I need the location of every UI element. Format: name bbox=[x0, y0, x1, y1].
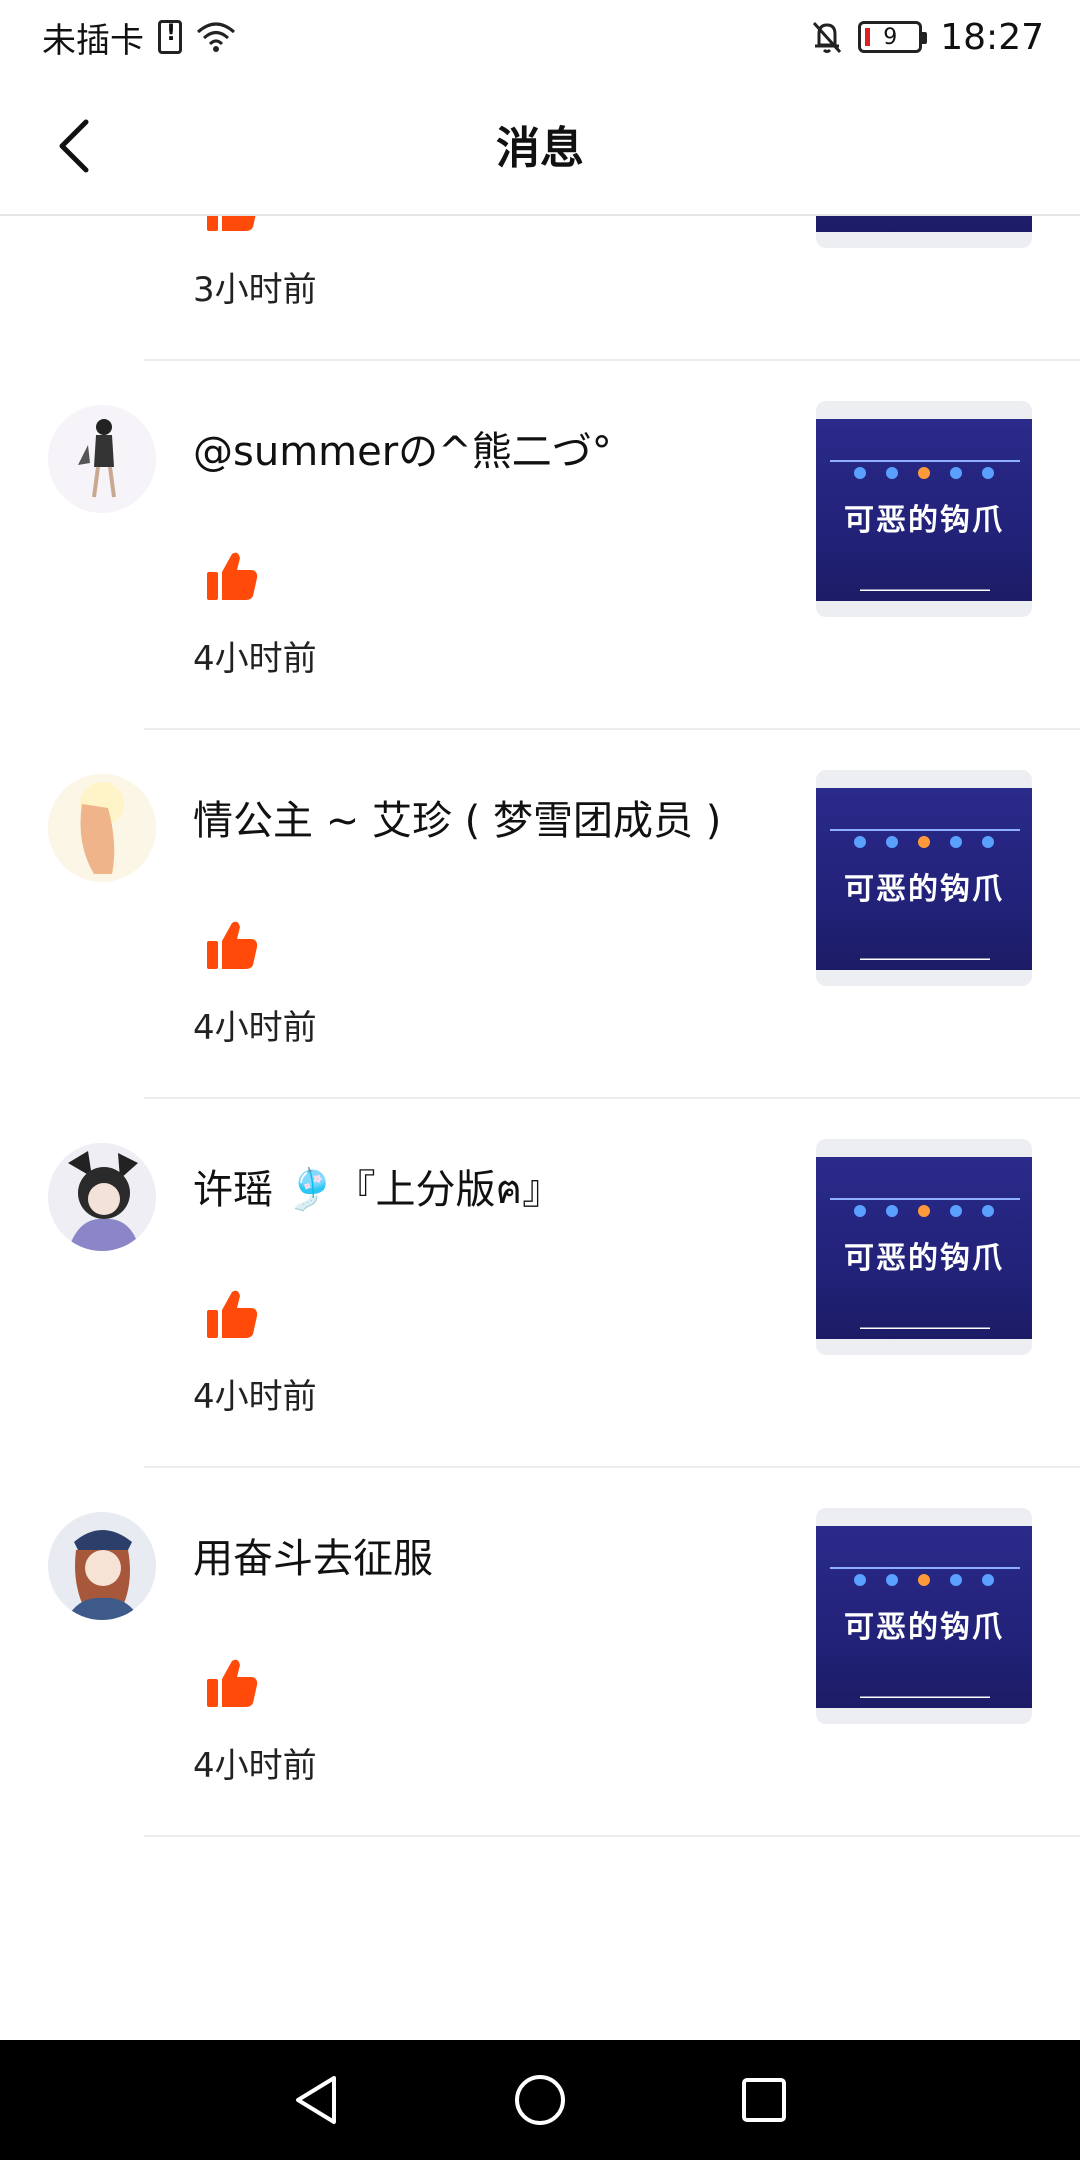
avatar-image bbox=[48, 405, 156, 513]
thumbnail-caption: 可恶的钩爪 bbox=[844, 1610, 1004, 1645]
thumbnail-caption: 可恶的钩爪 bbox=[844, 1241, 1004, 1276]
avatar-image bbox=[48, 1512, 156, 1620]
like-icon bbox=[207, 216, 256, 231]
avatar-image bbox=[48, 774, 156, 882]
triangle-back-icon bbox=[296, 2076, 336, 2124]
username[interactable]: @summerの^熊二づ° bbox=[193, 419, 612, 477]
status-right: 9 18:27 bbox=[810, 17, 1044, 58]
nav-back-button[interactable] bbox=[284, 2068, 348, 2132]
thumbnail-image: 可恶的钩爪 bbox=[816, 788, 1032, 970]
avatar[interactable] bbox=[48, 1143, 156, 1251]
thumbnail-caption: 可恶的钩爪 bbox=[844, 872, 1004, 907]
nav-home-button[interactable] bbox=[508, 2068, 572, 2132]
carrier-label: 未插卡 bbox=[42, 20, 144, 61]
page-title: 消息 bbox=[496, 123, 584, 174]
thumbnail-caption: 可恶的钩爪 bbox=[844, 503, 1004, 538]
bell-off-icon bbox=[813, 21, 842, 54]
avatar[interactable] bbox=[48, 774, 156, 882]
username[interactable]: 情公主 ~ 艾珍 ( 梦雪团成员 ) bbox=[193, 788, 721, 846]
time-ago: 4小时前 bbox=[193, 639, 317, 679]
avatar[interactable] bbox=[48, 1512, 156, 1620]
like-icon bbox=[207, 1659, 258, 1707]
username[interactable]: 用奋斗去征服 bbox=[193, 1526, 433, 1584]
battery-level: 9 bbox=[883, 24, 898, 50]
status-left: 未插卡 bbox=[42, 13, 236, 62]
video-thumbnail[interactable]: 可恶的钩爪 bbox=[816, 770, 1032, 986]
like-icon bbox=[207, 552, 258, 600]
square-recents-icon bbox=[742, 2078, 786, 2122]
like-icon bbox=[207, 921, 258, 969]
thumbnail-image: 可恶的钩爪 bbox=[816, 419, 1032, 601]
list-item[interactable]: 情公主 ~ 艾珍 ( 梦雪团成员 ) 4小时前 可恶的钩爪 bbox=[0, 730, 1080, 1099]
status-bar: 未插卡 9 18:27 bbox=[0, 0, 1080, 74]
time-ago: 3小时前 bbox=[193, 270, 317, 310]
time-ago: 4小时前 bbox=[193, 1746, 317, 1786]
time-ago: 4小时前 bbox=[193, 1008, 317, 1048]
thumbnail-image: 可恶的钩爪 bbox=[816, 1157, 1032, 1339]
video-thumbnail[interactable]: 可恶的钩爪 bbox=[816, 1139, 1032, 1355]
circle-home-icon bbox=[515, 2075, 565, 2125]
chevron-left-icon bbox=[59, 119, 89, 173]
sim-alert-icon bbox=[158, 20, 182, 54]
header: 消息 bbox=[0, 74, 1080, 216]
video-thumbnail[interactable]: 可恶的钩爪 bbox=[816, 216, 1032, 248]
time-ago: 4小时前 bbox=[193, 1377, 317, 1417]
battery-icon: 9 bbox=[858, 21, 928, 53]
thumbnail-image: 可恶的钩爪 bbox=[816, 1526, 1032, 1708]
video-thumbnail[interactable]: 可恶的钩爪 bbox=[816, 1508, 1032, 1724]
system-nav-bar bbox=[0, 2040, 1080, 2160]
list-item[interactable]: 许瑶 🎐『上分版ฅ』 4小时前 可恶的钩爪 bbox=[0, 1099, 1080, 1468]
like-icon bbox=[207, 1290, 258, 1338]
wifi-icon bbox=[197, 22, 235, 52]
avatar[interactable] bbox=[48, 405, 156, 513]
list-item[interactable]: 3小时前 可恶的钩爪 bbox=[0, 216, 1080, 361]
username[interactable]: 许瑶 🎐『上分版ฅ』 bbox=[193, 1157, 562, 1221]
thumbnail-image: 可恶的钩爪 bbox=[816, 216, 1032, 232]
divider bbox=[144, 1835, 1080, 1837]
avatar-image bbox=[48, 1143, 156, 1251]
video-thumbnail[interactable]: 可恶的钩爪 bbox=[816, 401, 1032, 617]
nav-recents-button[interactable] bbox=[732, 2068, 796, 2132]
back-button[interactable] bbox=[44, 114, 104, 178]
list-item[interactable]: @summerの^熊二づ° 4小时前 可恶的钩爪 bbox=[0, 361, 1080, 730]
clock: 18:27 bbox=[940, 16, 1044, 58]
list-item[interactable]: 用奋斗去征服 4小时前 可恶的钩爪 bbox=[0, 1468, 1080, 1837]
message-list[interactable]: 3小时前 可恶的钩爪 @summerの^熊二づ° 4小时前 bbox=[0, 216, 1080, 2040]
